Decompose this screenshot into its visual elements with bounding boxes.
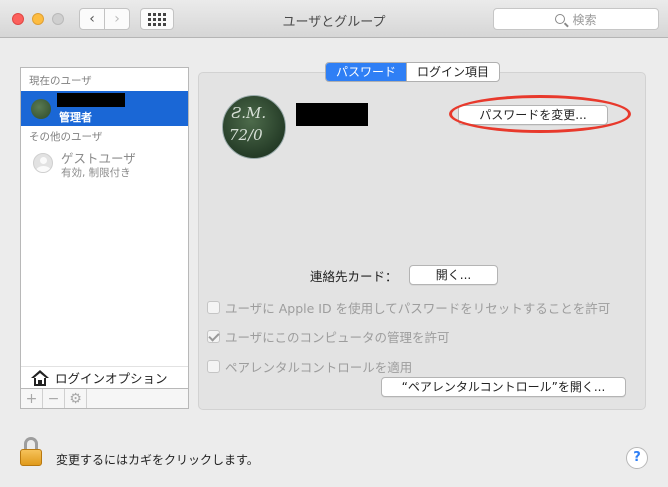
action-menu-button[interactable]: ⚙ [65, 389, 87, 408]
avatar-chalk-line-1: Ƨ.M. [231, 104, 267, 122]
contact-card-label: 連絡先カード： [310, 269, 398, 284]
tab-login-items[interactable]: ログイン項目 [406, 63, 499, 81]
help-button[interactable]: ? [626, 447, 648, 469]
remove-user-button[interactable]: − [43, 389, 65, 408]
allow-apple-id-reset-checkbox[interactable] [207, 301, 220, 314]
allow-admin-row: ユーザにこのコンピュータの管理を許可 [207, 327, 450, 346]
parental-controls-checkbox[interactable] [207, 360, 220, 373]
user-list-item-current[interactable]: 管理者 [21, 91, 188, 126]
search-placeholder: 検索 [572, 12, 597, 27]
redacted-full-name [296, 103, 368, 126]
open-contact-card-button[interactable]: 開く... [409, 265, 498, 285]
open-parental-controls-button[interactable]: “ペアレンタルコントロール”を開く... [381, 377, 626, 397]
parental-controls-row: ペアレンタルコントロールを適用 [207, 357, 412, 376]
search-icon [555, 14, 566, 24]
tab-bar: パスワード ログイン項目 [325, 62, 501, 82]
allow-apple-id-reset-row: ユーザに Apple ID を使用してパスワードをリセットすることを許可 [207, 298, 610, 317]
user-list-item-guest[interactable]: ゲストユーザ 有効, 制限付き [21, 146, 188, 180]
annotation-circle [449, 95, 631, 133]
parental-controls-label: ペアレンタルコントロールを適用 [225, 360, 413, 375]
lock-icon[interactable] [20, 437, 42, 467]
user-role: 管理者 [59, 111, 92, 124]
tab-password[interactable]: パスワード [326, 63, 407, 81]
lock-instruction: 変更するにはカギをクリックします。 [56, 453, 259, 467]
allow-apple-id-reset-label: ユーザに Apple ID を使用してパスワードをリセットすることを許可 [225, 301, 611, 316]
other-users-header: その他のユーザ [29, 131, 103, 143]
login-options-item[interactable]: ログインオプション [21, 366, 188, 388]
user-list[interactable]: 現在のユーザ 管理者 その他のユーザ ゲストユーザ 有効, 制限付き ログインオ… [20, 67, 189, 389]
minus-icon: − [47, 390, 60, 407]
gear-icon: ⚙ [69, 390, 82, 407]
guest-status: 有効, 制限付き [61, 167, 131, 179]
allow-admin-checkbox[interactable] [207, 330, 220, 343]
avatar [31, 99, 51, 119]
avatar-chalk-line-2: 72/0 [229, 126, 263, 144]
title-bar: ‹ › ユーザとグループ 検索 [0, 0, 668, 38]
guest-avatar-icon [33, 153, 53, 173]
add-user-button[interactable]: + [21, 389, 43, 408]
user-picture[interactable]: Ƨ.M. 72/0 [222, 95, 286, 159]
search-field[interactable]: 検索 [493, 8, 659, 30]
current-users-header: 現在のユーザ [29, 75, 92, 87]
house-icon [31, 369, 49, 386]
allow-admin-label: ユーザにこのコンピュータの管理を許可 [225, 330, 450, 345]
user-list-toolbar: + − ⚙ [20, 389, 189, 409]
plus-icon: + [25, 390, 38, 407]
redacted-user-name [57, 93, 125, 107]
login-options-label: ログインオプション [55, 371, 168, 386]
